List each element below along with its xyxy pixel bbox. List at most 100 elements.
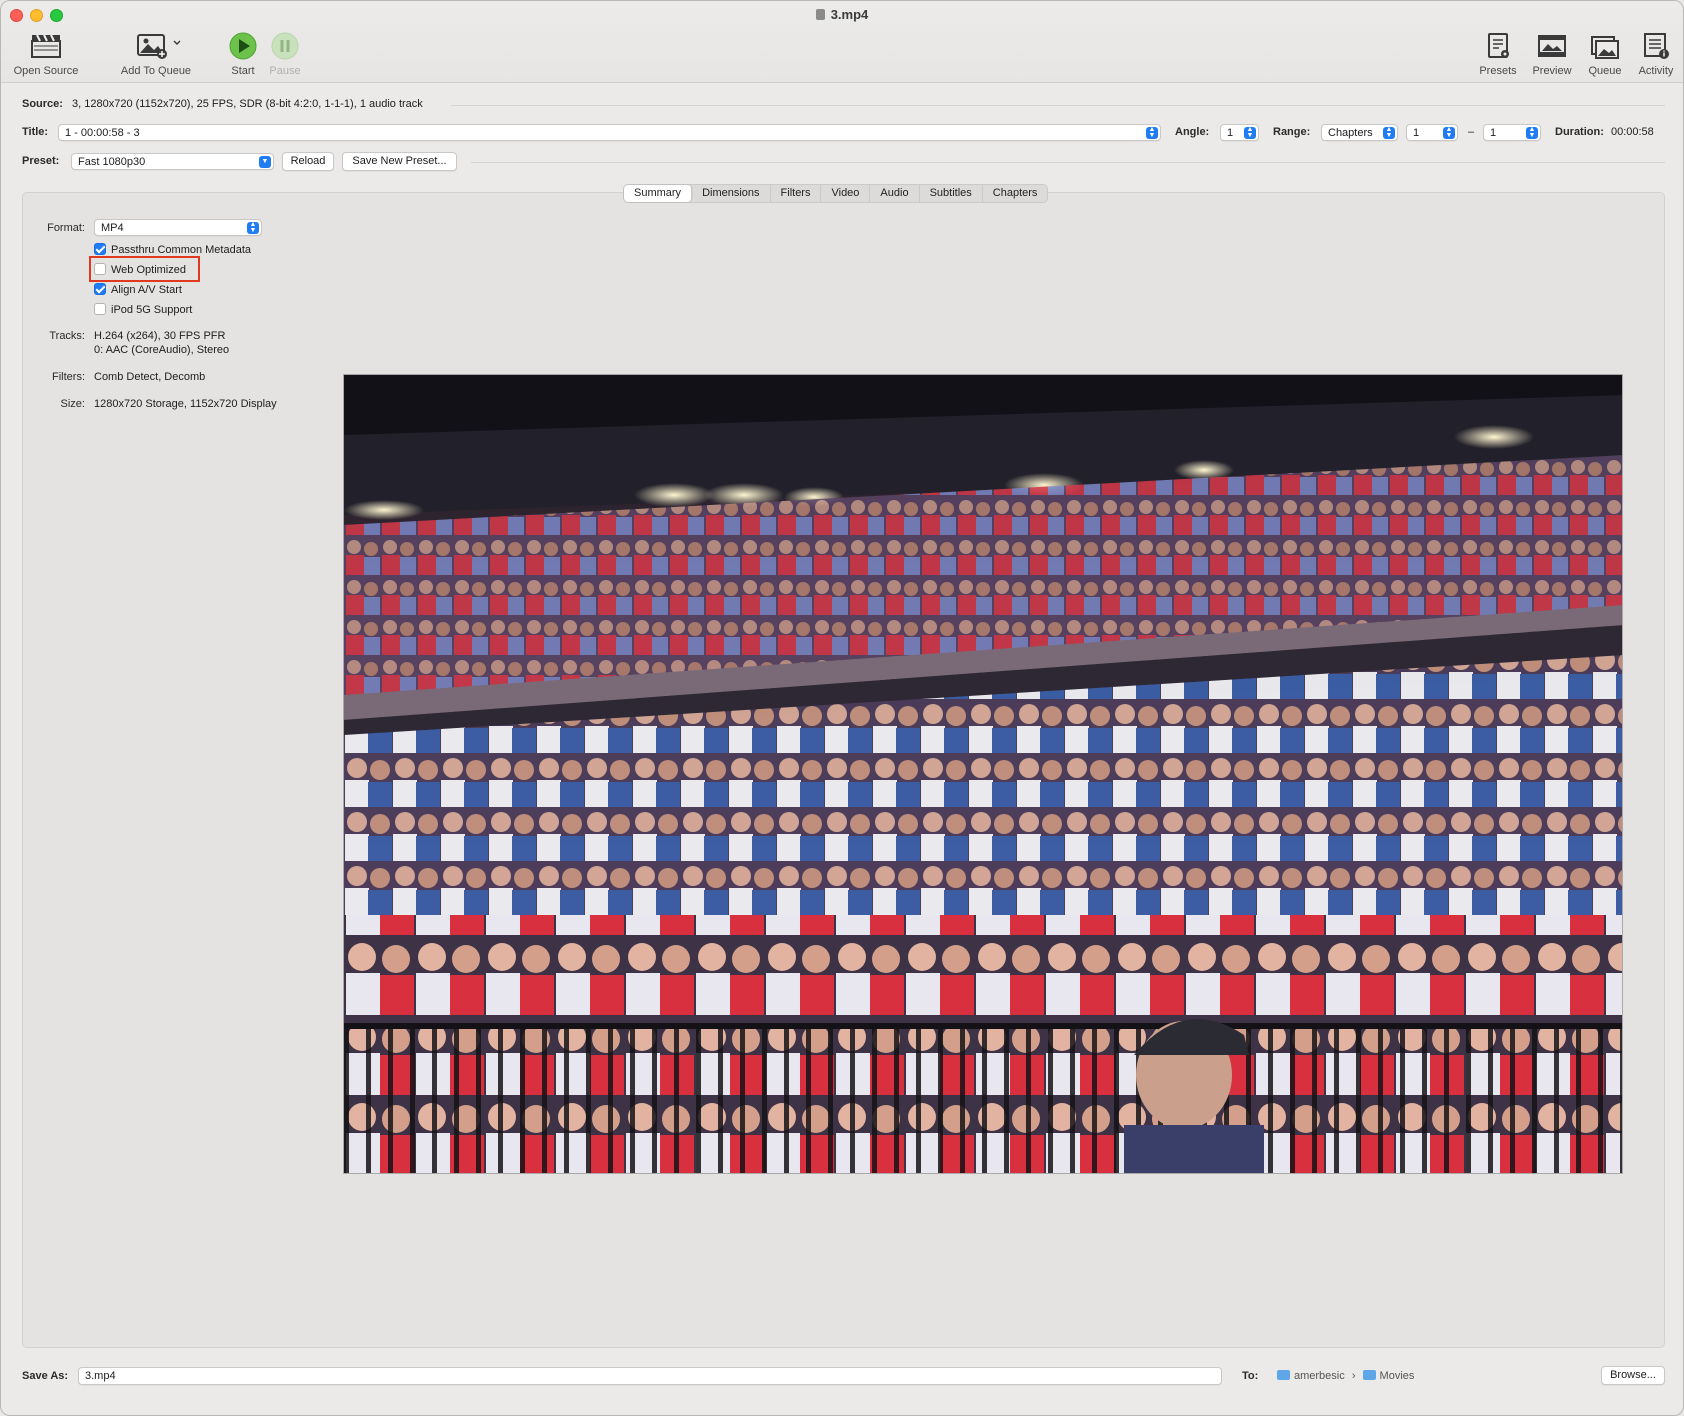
preset-popup[interactable]: Fast 1080p30 ▼ [71, 153, 274, 170]
tab-chapters[interactable]: Chapters [983, 185, 1048, 202]
align-av-start-label: Align A/V Start [111, 284, 182, 296]
preset-divider [471, 162, 1665, 163]
angle-popup[interactable]: 1 ▲ ▼ [1220, 124, 1259, 141]
ipod-5g-checkbox[interactable]: iPod 5G Support [94, 303, 192, 316]
source-label: Source: [22, 98, 63, 110]
duration-value: 00:00:58 [1610, 126, 1654, 138]
range-end-value: 1 [1490, 127, 1497, 139]
save-as-label: Save As: [22, 1370, 69, 1382]
pause-icon [271, 32, 299, 60]
folder-icon [1362, 1370, 1376, 1380]
chevron-updown-icon: ▲ ▼ [247, 221, 259, 234]
open-source-label: Open Source [13, 65, 79, 77]
activity-label: Activity [1638, 65, 1674, 77]
chevron-updown-icon: ▲ ▼ [1244, 126, 1256, 139]
format-value: MP4 [101, 222, 124, 234]
tab-summary[interactable]: Summary [624, 185, 693, 202]
window-title-text: 3.mp4 [830, 7, 869, 22]
to-label-wrap: To: [1242, 1370, 1258, 1382]
preview-icon [1538, 35, 1566, 57]
reload-label: Reload [290, 155, 326, 167]
range-separator: – [1468, 126, 1474, 138]
preset-value: Fast 1080p30 [78, 156, 146, 168]
filters-value: Comb Detect, Decomb [94, 371, 206, 383]
range-start-value: 1 [1413, 127, 1420, 139]
preview-button[interactable]: Preview [1529, 31, 1575, 77]
activity-icon [1644, 33, 1669, 59]
format-label: Format: [47, 222, 85, 234]
checkbox-unchecked-icon [94, 303, 106, 315]
chevron-updown-icon: ▲ ▼ [1443, 126, 1455, 139]
handbrake-window: 3.mp4 Open Source Add To Queue Start Pau… [0, 0, 1684, 1416]
tab-audio[interactable]: Audio [870, 185, 920, 202]
tab-dimensions[interactable]: Dimensions [692, 185, 771, 202]
folder-icon [1277, 1370, 1290, 1380]
size-label: Size: [60, 398, 85, 410]
destination-path[interactable]: amerbesic › Movies [1277, 1370, 1414, 1382]
chevron-updown-icon: ▲ ▼ [1146, 126, 1158, 139]
ipod-5g-label: iPod 5G Support [111, 304, 193, 316]
tab-video[interactable]: Video [821, 185, 871, 202]
queue-button[interactable]: Queue [1585, 31, 1625, 77]
passthru-metadata-checkbox[interactable]: Passthru Common Metadata [94, 243, 251, 256]
path-folder-1: amerbesic [1294, 1370, 1345, 1382]
angle-label-wrap: Angle: [1175, 126, 1209, 138]
toolbar: 3.mp4 Open Source Add To Queue Start Pau… [1, 1, 1683, 83]
tab-subtitles[interactable]: Subtitles [920, 185, 983, 202]
save-new-preset-label: Save New Preset... [352, 155, 447, 167]
open-source-button[interactable]: Open Source [11, 31, 81, 77]
size-value: 1280x720 Storage, 1152x720 Display [94, 398, 277, 410]
add-to-queue-button[interactable]: Add To Queue [116, 31, 196, 77]
checkbox-checked-icon [94, 283, 106, 295]
angle-value: 1 [1227, 127, 1234, 139]
source-value: 3, 1280x720 (1152x720), 25 FPS, SDR (8-b… [72, 98, 423, 110]
path-separator: › [1351, 1370, 1356, 1382]
chevron-updown-icon: ▲ ▼ [1526, 126, 1538, 139]
presets-label: Presets [1479, 65, 1517, 77]
path-folder-2: Movies [1379, 1370, 1415, 1382]
crowd-photo-illustration [344, 375, 1622, 1173]
reload-button[interactable]: Reload [282, 152, 334, 171]
chevron-updown-icon: ▲ ▼ [1383, 126, 1395, 139]
title-popup[interactable]: 1 - 00:00:58 - 3 ▲ ▼ [58, 124, 1161, 141]
to-label: To: [1242, 1370, 1259, 1382]
activity-button[interactable]: Activity [1634, 31, 1678, 77]
range-type-value: Chapters [1328, 127, 1373, 139]
align-av-start-checkbox[interactable]: Align A/V Start [94, 283, 182, 296]
queue-label: Queue [1588, 65, 1622, 77]
tracks-line-1: H.264 (x264), 30 FPS PFR [94, 330, 226, 342]
tracks-label: Tracks: [49, 330, 85, 342]
window-title: 3.mp4 [1, 7, 1683, 22]
pause-button[interactable]: Pause [267, 31, 303, 77]
highlight-box [89, 256, 200, 282]
presets-button[interactable]: Presets [1476, 31, 1520, 77]
range-type-popup[interactable]: Chapters ▲ ▼ [1321, 124, 1398, 141]
angle-label: Angle: [1175, 126, 1210, 138]
source-divider [451, 105, 1665, 106]
duration-label: Duration: [1555, 126, 1604, 138]
format-popup[interactable]: MP4 ▲ ▼ [94, 219, 262, 236]
start-button[interactable]: Start [225, 31, 261, 77]
queue-icon [1591, 36, 1619, 59]
preset-label-wrap: Preset: [22, 155, 59, 167]
range-start-popup[interactable]: 1 ▲ ▼ [1406, 124, 1458, 141]
presets-icon [1488, 33, 1509, 58]
save-as-label-wrap: Save As: [22, 1370, 68, 1382]
title-value: 1 - 00:00:58 - 3 [65, 127, 140, 139]
browse-label: Browse... [1610, 1369, 1656, 1381]
range-sep: – [1468, 126, 1475, 138]
start-label: Start [231, 65, 255, 77]
browse-button[interactable]: Browse... [1601, 1366, 1665, 1385]
checkbox-checked-icon [94, 243, 106, 255]
range-end-popup[interactable]: 1 ▲ ▼ [1483, 124, 1541, 141]
range-label-wrap: Range: [1273, 126, 1310, 138]
save-new-preset-button[interactable]: Save New Preset... [342, 152, 457, 171]
title-label-wrap: Title: [22, 126, 48, 138]
range-label: Range: [1273, 126, 1311, 138]
tab-filters[interactable]: Filters [771, 185, 822, 202]
preview-image [343, 374, 1623, 1174]
title-label: Title: [22, 126, 49, 138]
duration-wrap: Duration: 00:00:58 [1555, 126, 1654, 138]
clapperboard-icon [31, 34, 61, 58]
save-as-input[interactable]: 3.mp4 [78, 1367, 1222, 1385]
